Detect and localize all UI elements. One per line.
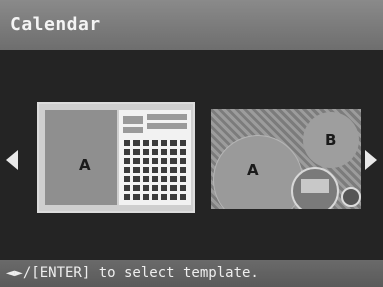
template-option-1[interactable]: A: [37, 102, 195, 213]
hint-bar: ◄►/[ENTER] to select template.: [0, 260, 383, 287]
photo-label-a: A: [247, 161, 259, 179]
photo-label-b: B: [325, 131, 337, 149]
calendar-grid: [124, 140, 186, 200]
photo-area: A: [45, 110, 117, 205]
photo-label: A: [79, 156, 91, 174]
calendar-area: [119, 110, 191, 205]
decoration-circle: [341, 187, 361, 207]
template-option-2[interactable]: A B: [211, 109, 361, 209]
hint-text: ◄►/[ENTER] to select template.: [6, 265, 259, 281]
title-bar: Calendar: [0, 0, 383, 50]
left-arrow-icon[interactable]: [6, 150, 18, 170]
page-title: Calendar: [10, 14, 101, 35]
right-arrow-icon[interactable]: [365, 150, 377, 170]
mini-calendar-circle: [291, 167, 339, 209]
